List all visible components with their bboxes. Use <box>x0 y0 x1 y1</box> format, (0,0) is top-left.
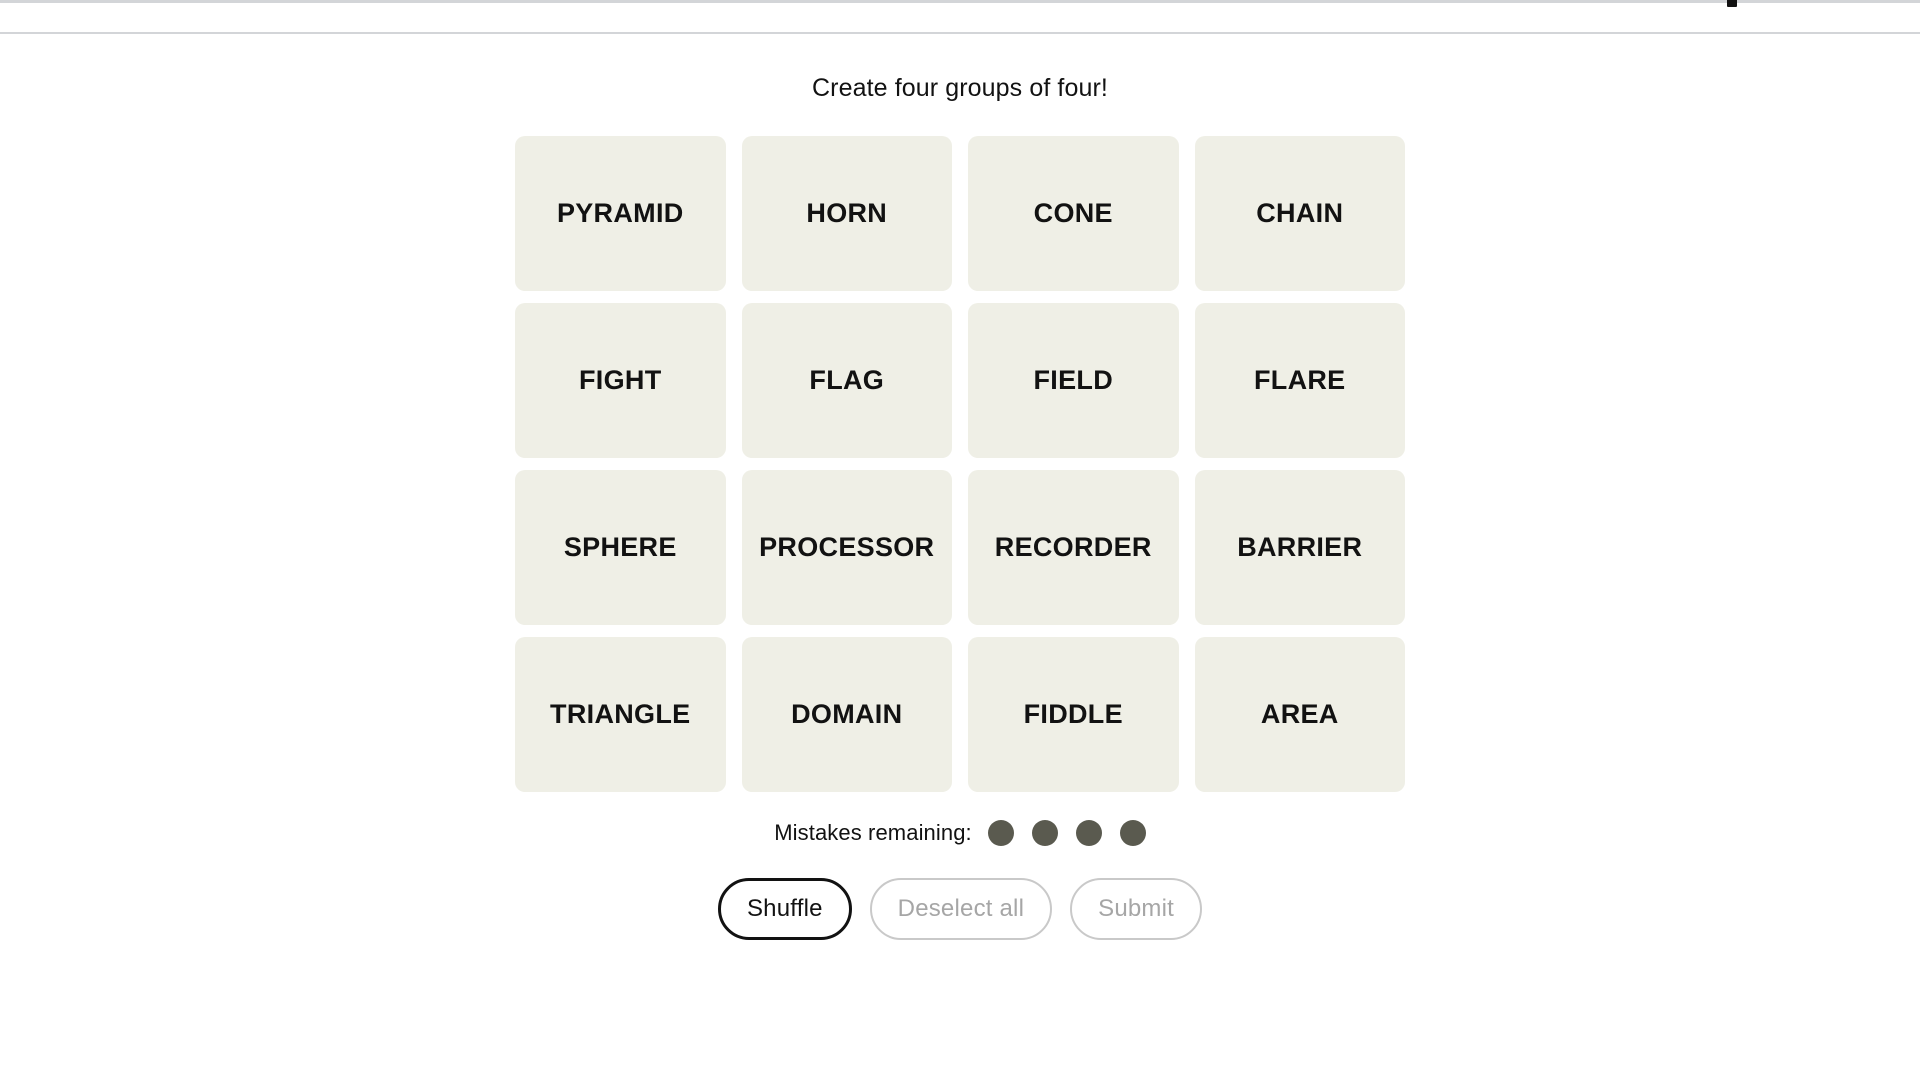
word-tile[interactable]: RECORDER <box>968 470 1179 625</box>
word-tile[interactable]: PYRAMID <box>515 136 726 291</box>
word-tile[interactable]: CONE <box>968 136 1179 291</box>
action-button-row: Shuffle Deselect all Submit <box>0 878 1920 940</box>
word-tile[interactable]: AREA <box>1194 637 1405 792</box>
word-tile[interactable]: PROCESSOR <box>741 470 952 625</box>
word-tile[interactable]: CHAIN <box>1194 136 1405 291</box>
word-tile[interactable]: TRIANGLE <box>515 637 726 792</box>
mistakes-label: Mistakes remaining: <box>774 820 972 845</box>
submit-button: Submit <box>1070 878 1203 940</box>
mistake-dot <box>1119 820 1146 846</box>
word-tile[interactable]: HORN <box>741 136 952 291</box>
word-tile-label: CHAIN <box>1256 198 1344 228</box>
word-tile[interactable]: DOMAIN <box>741 637 952 792</box>
word-tile-label: FIELD <box>1033 365 1113 395</box>
browser-toolbar-strip <box>0 0 1920 34</box>
mistakes-row: Mistakes remaining: <box>0 820 1920 846</box>
kebab-dot <box>1727 0 1737 7</box>
word-tile[interactable]: FIGHT <box>515 303 726 458</box>
word-tile[interactable]: SPHERE <box>515 470 726 625</box>
mistake-dot <box>1031 820 1058 846</box>
kebab-menu-icon[interactable] <box>1726 0 1738 23</box>
help-circle-icon[interactable] <box>1812 0 1842 23</box>
shuffle-button[interactable]: Shuffle <box>717 878 852 940</box>
word-tile[interactable]: FLARE <box>1194 303 1405 458</box>
word-tile-label: RECORDER <box>994 532 1152 562</box>
mistake-dot <box>987 820 1014 846</box>
connections-game: Create four groups of four! PYRAMID HORN C… <box>0 34 1920 1088</box>
word-tile-label: PYRAMID <box>556 198 684 228</box>
word-tile-label: SPHERE <box>563 532 677 562</box>
word-tile-label: FLARE <box>1254 365 1346 395</box>
word-tile-label: DOMAIN <box>791 699 903 729</box>
mistakes-dots <box>987 820 1146 846</box>
word-tile-label: FLAG <box>809 365 885 395</box>
word-tile[interactable]: BARRIER <box>1194 470 1405 625</box>
word-tile-label: HORN <box>806 198 888 228</box>
mistake-dot <box>1075 820 1102 846</box>
word-tile-label: AREA <box>1260 699 1339 729</box>
word-tile-label: FIGHT <box>579 365 662 395</box>
word-tile[interactable]: FLAG <box>741 303 952 458</box>
word-tile-label: PROCESSOR <box>759 532 935 562</box>
word-tile-label: FIDDLE <box>1023 699 1123 729</box>
toolbar-icon-group <box>1726 0 1842 23</box>
word-tile-label: TRIANGLE <box>550 699 691 729</box>
word-tile[interactable]: FIELD <box>968 303 1179 458</box>
word-tile-label: BARRIER <box>1237 532 1363 562</box>
word-tile-label: CONE <box>1033 198 1113 228</box>
word-tile[interactable]: FIDDLE <box>968 637 1179 792</box>
word-grid: PYRAMID HORN CONE CHAIN FIGHT FLAG FIELD FLARE S… <box>515 136 1405 792</box>
game-prompt: Create four groups of four! <box>812 74 1108 102</box>
deselect-all-button: Deselect all <box>869 878 1053 940</box>
